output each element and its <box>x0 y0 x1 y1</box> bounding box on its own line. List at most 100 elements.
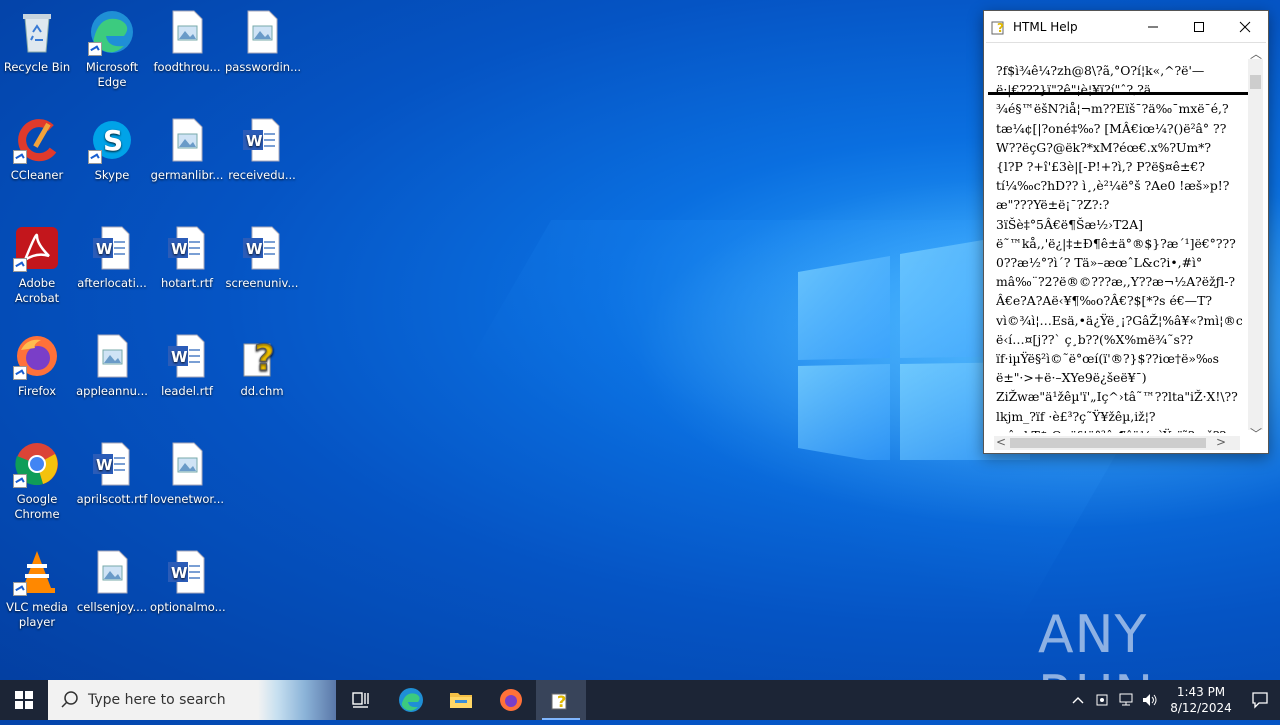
desktop-icon-label: CCleaner <box>10 168 64 182</box>
desktop-icon[interactable]: foodthrou... <box>150 8 224 75</box>
tray-device-button[interactable] <box>1090 680 1114 720</box>
clock-time: 1:43 PM <box>1176 685 1226 699</box>
word-doc-icon: W <box>88 440 136 488</box>
svg-text:?: ? <box>557 692 566 711</box>
tray-network-button[interactable] <box>1114 680 1138 720</box>
horizontal-scrollbar[interactable]: < > <box>994 435 1240 450</box>
desktop-icon[interactable]: VLC media player <box>0 548 74 630</box>
help-content-line: W??ëçG?@ëk?*xM?éœ€.x%?Um*? <box>996 139 1212 155</box>
chevron-up-icon <box>1072 697 1084 704</box>
desktop-icon[interactable]: appleannu... <box>75 332 149 399</box>
word-doc-icon: W <box>163 548 211 596</box>
tray-volume-button[interactable] <box>1138 680 1162 720</box>
show-hidden-icons[interactable] <box>1066 680 1090 720</box>
volume-icon <box>1143 694 1157 706</box>
scroll-left-icon[interactable]: < <box>996 435 1006 449</box>
desktop-icon[interactable]: Recycle Bin <box>0 8 74 75</box>
desktop-icon[interactable]: S Skype <box>75 116 149 183</box>
maximize-icon <box>1194 21 1204 32</box>
word-doc-icon: W <box>88 224 136 272</box>
desktop-icon[interactable]: passwordin... <box>225 8 301 75</box>
help-content-line: ë±"·>+ë·–XYe9ë¿šeë¥¯) <box>996 370 1147 386</box>
vertical-scroll-thumb[interactable] <box>1250 75 1261 89</box>
desktop-icon[interactable]: Adobe Acrobat <box>0 224 74 306</box>
taskbar-clock[interactable]: 1:43 PM 8/12/2024 <box>1168 684 1234 716</box>
desktop-icon[interactable]: Google Chrome <box>0 440 74 522</box>
network-icon <box>1119 693 1133 706</box>
taskbar-file-explorer[interactable] <box>436 680 486 720</box>
minimize-button[interactable] <box>1130 11 1176 42</box>
svg-text:S: S <box>103 124 123 157</box>
desktop-icon[interactable]: ? dd.chm <box>225 332 299 399</box>
scroll-up-icon[interactable]: ︿ <box>1250 45 1262 62</box>
notification-icon <box>1252 692 1268 709</box>
action-center-button[interactable] <box>1240 680 1280 720</box>
desktop-icon-label: hotart.rtf <box>160 276 214 290</box>
search-icon <box>61 691 78 708</box>
task-view-button[interactable] <box>336 680 386 720</box>
shortcut-arrow-icon <box>13 474 27 488</box>
image-file-icon <box>88 548 136 596</box>
desktop-icon[interactable]: lovenetwor... <box>150 440 224 507</box>
desktop-icon-label: Skype <box>94 168 130 182</box>
edge-icon <box>399 688 423 712</box>
search-highlight-image <box>258 680 336 720</box>
clock-date: 8/12/2024 <box>1170 701 1232 715</box>
desktop-icon[interactable]: Microsoft Edge <box>75 8 149 90</box>
help-content-line: ë˜™kå,,'ë¿|‡±Ð¶ê±ä°®$}?æ´¹]ë€°??? <box>996 235 1236 251</box>
search-placeholder: Type here to search <box>88 692 226 708</box>
desktop-icon[interactable]: Wafterlocati... <box>75 224 149 291</box>
image-file-icon <box>88 332 136 380</box>
desktop-icon[interactable]: Wscreenuniv... <box>225 224 299 291</box>
help-content-line: ïf·iµŸë§²ì©˜ë°œí(ï'®?}$??iœ†ë»‰s <box>996 351 1219 367</box>
desktop-icon[interactable]: Wleadel.rtf <box>150 332 224 399</box>
scroll-down-icon[interactable]: ﹀ <box>1250 425 1262 442</box>
html-help-window[interactable]: ? HTML Help ?f$ì¾ê¼?zh@8\?ã,°O?í¦k«,^?ë'… <box>983 10 1269 454</box>
word-doc-icon: W <box>163 332 211 380</box>
svg-text:W: W <box>246 132 263 150</box>
image-file-icon <box>163 440 211 488</box>
desktop-icon[interactable]: Firefox <box>0 332 74 399</box>
desktop-icon[interactable]: cellsenjoy.... <box>75 548 149 615</box>
content-divider <box>988 92 1250 95</box>
word-doc-icon: W <box>238 116 286 164</box>
desktop-icon[interactable]: Waprilscott.rtf <box>75 440 149 507</box>
desktop-icon[interactable]: CCleaner <box>0 116 74 183</box>
window-titlebar[interactable]: ? HTML Help <box>984 11 1268 42</box>
taskbar-firefox[interactable] <box>486 680 536 720</box>
chm-help-icon: ? <box>991 21 1004 35</box>
desktop-icon-label: Recycle Bin <box>3 60 71 74</box>
taskbar-search-box[interactable]: Type here to search <box>48 680 336 720</box>
horizontal-scroll-thumb[interactable] <box>1010 438 1206 448</box>
close-button[interactable] <box>1222 11 1268 42</box>
desktop-icon-label: Adobe Acrobat <box>14 276 60 305</box>
minimize-icon <box>1148 26 1158 27</box>
help-content-line: ë‹í…¤[j??` ç¸b??(%X%më¾˜s?? <box>996 331 1194 347</box>
svg-text:W: W <box>246 240 263 258</box>
ccleaner-icon <box>13 116 61 164</box>
taskbar-html-help[interactable]: ? <box>536 680 586 720</box>
recycle-bin-icon <box>13 8 61 56</box>
help-content-line: tæ¼¢[|?oné‡‰? [MÂ€iœ¼?()ë²â° ?? <box>996 120 1227 136</box>
svg-text:W: W <box>171 240 188 258</box>
desktop-icon[interactable]: Woptionalmo... <box>150 548 226 615</box>
desktop-icon[interactable]: Whotart.rtf <box>150 224 224 291</box>
shortcut-arrow-icon <box>88 42 102 56</box>
system-tray: 1:43 PM 8/12/2024 <box>1066 680 1280 720</box>
help-content-pane[interactable]: ?f$ì¾ê¼?zh@8\?ã,°O?í¦k«,^?ë'— ë·|€???}ï"?… <box>986 42 1266 452</box>
desktop-icon-label: foodthrou... <box>153 60 221 74</box>
vlc-icon <box>13 548 61 596</box>
desktop-icon[interactable]: Wreceivedu... <box>225 116 299 183</box>
taskbar-edge[interactable] <box>386 680 436 720</box>
help-content-line: {l?P ?+î'£3è|[-P!+?ì,? P?ë§¤ê±€? <box>996 159 1205 175</box>
help-content-line: mâ‰¨?2?ë®©???æ,,Y??æ¬½A?ëžƒl-? <box>996 274 1236 290</box>
maximize-button[interactable] <box>1176 11 1222 42</box>
help-content-line: 3ïŠè‡°5Â€ë¶Šæ½›T2A] <box>996 216 1144 232</box>
desktop-icon-label: Firefox <box>17 384 57 398</box>
start-button[interactable] <box>0 680 48 720</box>
desktop-icon[interactable]: germanlibr... <box>150 116 224 183</box>
vertical-scrollbar[interactable]: ︿ ﹀ <box>1248 47 1263 441</box>
desktop-icon-label: Google Chrome <box>14 492 60 521</box>
device-icon <box>1096 694 1108 706</box>
scroll-right-icon[interactable]: > <box>1216 435 1226 449</box>
